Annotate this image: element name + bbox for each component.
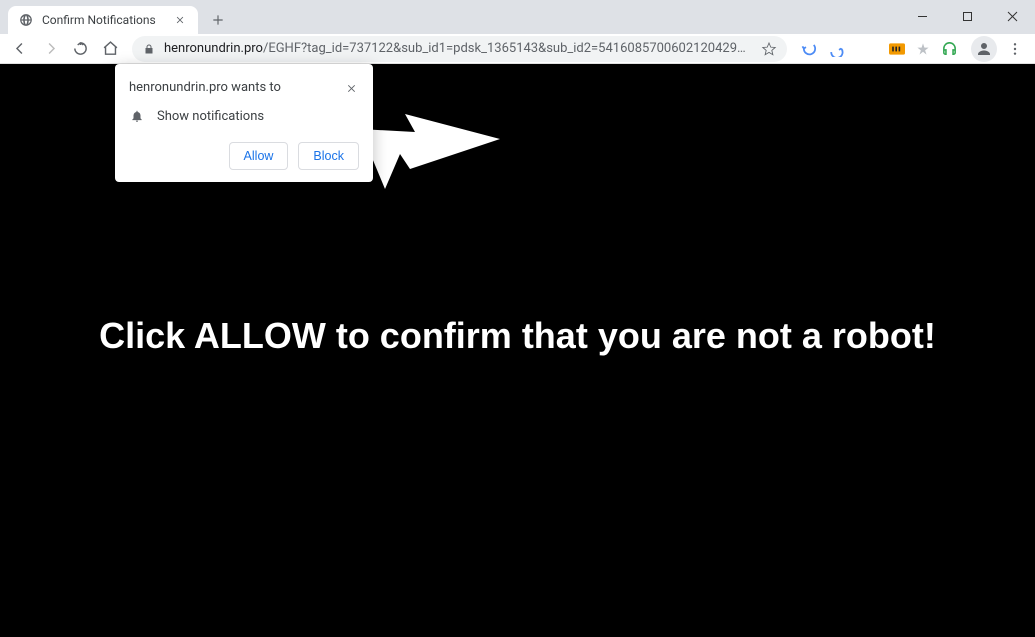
bell-icon (129, 108, 145, 124)
tab-strip: Confirm Notifications (0, 0, 1035, 34)
orange-box-icon[interactable] (887, 39, 907, 59)
browser-tab[interactable]: Confirm Notifications (8, 6, 198, 34)
refresh-blue-1-icon[interactable] (799, 39, 819, 59)
minimize-button[interactable] (900, 0, 945, 32)
extensions-area (795, 39, 963, 59)
notification-permission-popup: henronundrin.pro wants to Show notificat… (115, 64, 373, 182)
chrome-menu-button[interactable] (1001, 35, 1029, 63)
page-headline: Click ALLOW to confirm that you are not … (99, 315, 936, 357)
tab-title: Confirm Notifications (42, 13, 172, 27)
close-window-button[interactable] (990, 0, 1035, 32)
url-path: /EGHF?tag_id=737122&sub_id1=pdsk_1365143… (263, 41, 753, 56)
profile-button[interactable] (971, 36, 997, 62)
permission-line: Show notifications (157, 109, 264, 124)
tab-close-icon[interactable] (172, 12, 188, 28)
gray-dot-icon[interactable] (913, 39, 933, 59)
allow-button[interactable]: Allow (229, 142, 289, 170)
new-tab-button[interactable] (204, 6, 232, 34)
globe-icon (18, 12, 34, 28)
lock-icon (142, 42, 156, 56)
url-text: henronundrin.pro/EGHF?tag_id=737122&sub_… (164, 41, 753, 56)
permission-close-icon[interactable] (343, 80, 359, 96)
permission-title: henronundrin.pro wants to (129, 80, 343, 96)
refresh-blue-2-icon[interactable] (825, 39, 845, 59)
block-button[interactable]: Block (298, 142, 359, 170)
maximize-button[interactable] (945, 0, 990, 32)
back-button[interactable] (6, 35, 34, 63)
home-button[interactable] (96, 35, 124, 63)
window-controls (900, 0, 1035, 32)
bookmark-star-icon[interactable] (761, 41, 777, 57)
forward-button[interactable] (36, 35, 64, 63)
headphones-icon[interactable] (939, 39, 959, 59)
url-host: henronundrin.pro (164, 41, 263, 56)
browser-toolbar: henronundrin.pro/EGHF?tag_id=737122&sub_… (0, 34, 1035, 64)
address-bar[interactable]: henronundrin.pro/EGHF?tag_id=737122&sub_… (132, 36, 787, 62)
reload-button[interactable] (66, 35, 94, 63)
